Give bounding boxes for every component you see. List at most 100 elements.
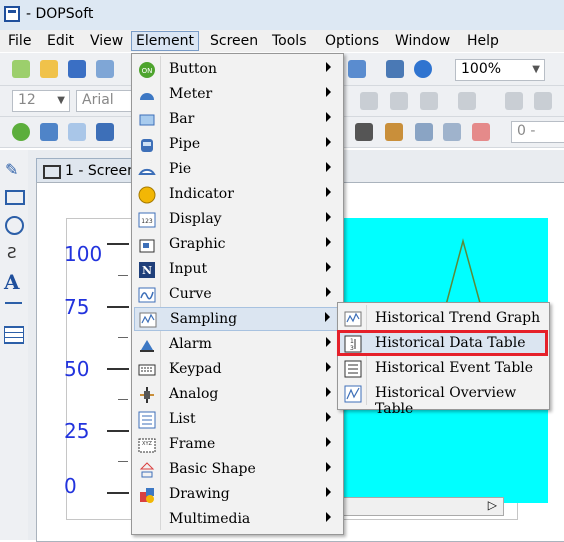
menu-item-label: Drawing (169, 486, 230, 502)
menu-item-multimedia[interactable]: Multimedia (134, 508, 341, 532)
menu-edit[interactable]: Edit (47, 33, 74, 49)
menu-item-curve[interactable]: Curve (134, 283, 341, 307)
menu-item-meter[interactable]: Meter (134, 83, 341, 107)
menu-item-display[interactable]: 123 Display (134, 208, 341, 232)
font-size-value: 12 (18, 92, 36, 108)
menu-item-label: Frame (169, 436, 216, 452)
bar-icon[interactable] (68, 123, 86, 141)
menu-item-basic-shape[interactable]: Basic Shape (134, 458, 341, 482)
menu-item-list[interactable]: List (134, 408, 341, 432)
list-icon[interactable] (415, 123, 433, 141)
polyline-icon[interactable]: Ƨ (7, 244, 17, 262)
menu-item-keypad[interactable]: Keypad (134, 358, 341, 382)
font-color-icon[interactable] (458, 92, 476, 110)
keypad-icon (138, 364, 156, 376)
align-bottom-icon[interactable] (420, 92, 438, 110)
menu-screen[interactable]: Screen (210, 33, 258, 49)
menu-file[interactable]: File (8, 33, 31, 49)
scale-icon[interactable] (5, 302, 22, 314)
button-icon[interactable] (12, 123, 30, 141)
sampling-submenu: Historical Trend Graph 13 Historical Dat… (337, 302, 550, 417)
screen-icon (43, 165, 61, 179)
title-bar: - DOPSoft (0, 0, 564, 31)
submenu-arrow-icon (325, 312, 330, 322)
italic-icon[interactable] (534, 92, 552, 110)
font-name-combo[interactable]: Arial (76, 90, 133, 112)
align-top-icon[interactable] (360, 92, 378, 110)
event-table-icon (344, 360, 362, 378)
menu-options[interactable]: Options (325, 33, 379, 49)
zoom-combo[interactable]: 100% ▼ (455, 59, 545, 81)
open-icon[interactable] (40, 60, 58, 78)
pencil-icon[interactable]: ✎ (5, 160, 18, 179)
circle-icon[interactable] (5, 216, 24, 235)
menu-item-analog[interactable]: Analog (134, 383, 341, 407)
submenu-arrow-icon (326, 112, 331, 122)
display-icon: 123 (138, 212, 156, 228)
screen-tab[interactable]: 1 - Screen (36, 158, 138, 183)
align-middle-icon[interactable] (390, 92, 408, 110)
download-icon[interactable] (96, 60, 114, 78)
scroll-right-icon[interactable]: ▷ (488, 498, 497, 512)
pipe-icon (141, 139, 153, 152)
keypad-icon[interactable] (355, 123, 373, 141)
submenu-item-historical-event-table[interactable]: Historical Event Table (340, 357, 547, 381)
alarm-icon (140, 340, 154, 352)
menu-item-pipe[interactable]: Pipe (134, 133, 341, 157)
chevron-down-icon[interactable]: ▼ (57, 95, 65, 106)
basic-shape-icon[interactable] (472, 123, 490, 141)
menu-item-label: Analog (169, 386, 219, 402)
menu-item-graphic[interactable]: Graphic (134, 233, 341, 257)
table-icon[interactable] (4, 326, 24, 344)
transfer-icon[interactable] (386, 60, 404, 78)
text-icon[interactable]: A (4, 270, 20, 294)
menu-item-label: Button (169, 61, 218, 77)
scale-label-0: 0 (64, 474, 77, 498)
menu-item-input[interactable]: N Input (134, 258, 341, 282)
save-icon[interactable] (68, 60, 86, 78)
zoom-value: 100% (461, 61, 502, 77)
menu-bar: File Edit View Element Screen Tools Opti… (0, 30, 564, 52)
scale-tick (107, 306, 129, 308)
menu-view[interactable]: View (90, 33, 123, 49)
analog-icon (140, 387, 154, 403)
menu-item-indicator[interactable]: Indicator (134, 183, 341, 207)
chevron-down-icon[interactable]: ▼ (532, 64, 540, 75)
submenu-item-historical-trend-graph[interactable]: Historical Trend Graph (340, 307, 547, 331)
open-folder-icon[interactable] (348, 60, 366, 78)
font-size-combo[interactable]: 12 ▼ (12, 90, 70, 112)
menu-item-drawing[interactable]: Drawing (134, 483, 341, 507)
menu-item-sampling[interactable]: Sampling (134, 307, 341, 331)
meter-icon[interactable] (40, 123, 58, 141)
menu-item-bar[interactable]: Bar (134, 108, 341, 132)
analog-icon[interactable] (385, 123, 403, 141)
submenu-arrow-icon (326, 512, 331, 522)
menu-item-alarm[interactable]: Alarm (134, 333, 341, 357)
window-title: - DOPSoft (26, 6, 94, 22)
submenu-arrow-icon (326, 137, 331, 147)
info-icon[interactable] (414, 60, 432, 78)
indicator-icon (138, 186, 156, 204)
pipe-icon[interactable] (96, 123, 114, 141)
drawing-icon (140, 488, 154, 503)
element-menu: ON Button Meter Bar Pipe Pie Indicator 1… (131, 53, 344, 535)
menu-help[interactable]: Help (467, 33, 499, 49)
rectangle-icon[interactable] (5, 190, 25, 205)
submenu-item-historical-overview-table[interactable]: Historical Overview Table (340, 382, 547, 417)
menu-tools[interactable]: Tools (272, 33, 307, 49)
menu-item-frame[interactable]: XYZ Frame (134, 433, 341, 457)
new-icon[interactable] (12, 60, 30, 78)
scale-minor-tick (118, 399, 128, 400)
submenu-item-label: Historical Event Table (375, 360, 534, 376)
menu-window[interactable]: Window (395, 33, 450, 49)
menu-element[interactable]: Element (131, 31, 199, 51)
bold-icon[interactable] (505, 92, 523, 110)
offset-combo[interactable]: 0 - (511, 121, 564, 143)
frame-icon[interactable] (443, 123, 461, 141)
meter-icon (140, 93, 154, 100)
menu-item-button[interactable]: ON Button (134, 58, 341, 82)
horizontal-scrollbar[interactable]: ▷ (337, 497, 504, 516)
submenu-arrow-icon (326, 362, 331, 372)
menu-item-pie[interactable]: Pie (134, 158, 341, 182)
menu-item-label: Meter (169, 86, 213, 102)
